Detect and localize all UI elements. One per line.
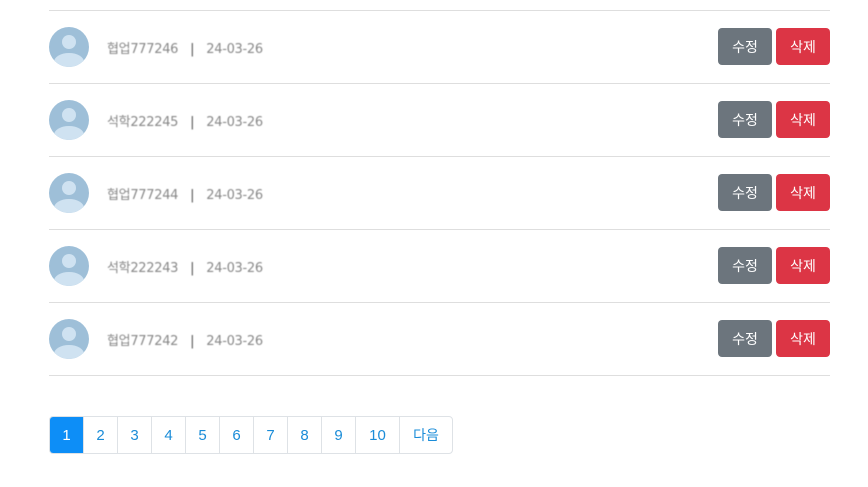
edit-button[interactable]: 수정: [718, 28, 772, 65]
delete-button[interactable]: 삭제: [776, 320, 830, 357]
row-actions: 수정 삭제: [718, 247, 830, 284]
page-3[interactable]: 3: [118, 417, 152, 453]
page-1[interactable]: 1: [50, 417, 84, 453]
comment-date: 24-03-26: [206, 260, 263, 276]
author-name: 협업777244: [107, 187, 179, 203]
separator: |: [190, 114, 195, 130]
page-6[interactable]: 6: [220, 417, 254, 453]
separator: |: [190, 333, 195, 349]
separator: |: [190, 260, 195, 276]
comment-date: 24-03-26: [206, 187, 263, 203]
author-name: 석학222245: [107, 114, 179, 130]
avatar: [49, 173, 89, 213]
avatar: [49, 27, 89, 67]
page-9[interactable]: 9: [322, 417, 356, 453]
author-name: 협업777242: [107, 333, 179, 349]
delete-button[interactable]: 삭제: [776, 247, 830, 284]
delete-button[interactable]: 삭제: [776, 174, 830, 211]
comment-list: 협업777246 | 24-03-26 수정 삭제 석학222245 | 24-03-2…: [49, 10, 830, 376]
list-item: 석학222245 | 24-03-26 수정 삭제: [49, 84, 830, 157]
delete-button[interactable]: 삭제: [776, 101, 830, 138]
page-10[interactable]: 10: [356, 417, 400, 453]
comment-meta: 협업777242 | 24-03-26: [107, 330, 263, 349]
page-4[interactable]: 4: [152, 417, 186, 453]
avatar: [49, 246, 89, 286]
row-actions: 수정 삭제: [718, 101, 830, 138]
comment-date: 24-03-26: [206, 333, 263, 349]
edit-button[interactable]: 수정: [718, 320, 772, 357]
row-actions: 수정 삭제: [718, 28, 830, 65]
page-8[interactable]: 8: [288, 417, 322, 453]
row-actions: 수정 삭제: [718, 320, 830, 357]
author-name: 협업777246: [107, 41, 179, 57]
comment-date: 24-03-26: [206, 114, 263, 130]
page-2[interactable]: 2: [84, 417, 118, 453]
page-7[interactable]: 7: [254, 417, 288, 453]
list-item: 협업777246 | 24-03-26 수정 삭제: [49, 11, 830, 84]
comment-date: 24-03-26: [206, 41, 263, 57]
comment-meta: 협업777244 | 24-03-26: [107, 184, 263, 203]
author-name: 석학222243: [107, 260, 179, 276]
avatar: [49, 319, 89, 359]
list-item: 석학222243 | 24-03-26 수정 삭제: [49, 230, 830, 303]
pagination: 1 2 3 4 5 6 7 8 9 10 다음: [49, 416, 453, 454]
list-item: 협업777244 | 24-03-26 수정 삭제: [49, 157, 830, 230]
comment-meta: 석학222243 | 24-03-26: [107, 257, 263, 276]
next-page-button[interactable]: 다음: [400, 417, 452, 453]
comment-meta: 협업777246 | 24-03-26: [107, 38, 263, 57]
delete-button[interactable]: 삭제: [776, 28, 830, 65]
avatar: [49, 100, 89, 140]
page-5[interactable]: 5: [186, 417, 220, 453]
separator: |: [190, 187, 195, 203]
edit-button[interactable]: 수정: [718, 247, 772, 284]
edit-button[interactable]: 수정: [718, 101, 772, 138]
comment-meta: 석학222245 | 24-03-26: [107, 111, 263, 130]
edit-button[interactable]: 수정: [718, 174, 772, 211]
separator: |: [190, 41, 195, 57]
list-item: 협업777242 | 24-03-26 수정 삭제: [49, 303, 830, 376]
row-actions: 수정 삭제: [718, 174, 830, 211]
